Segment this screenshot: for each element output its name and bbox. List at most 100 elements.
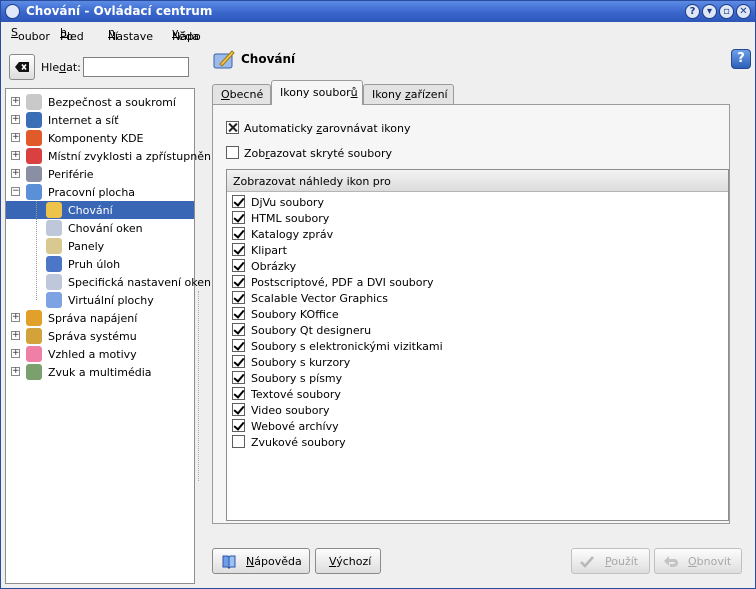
list-item-checkbox[interactable] <box>232 323 245 336</box>
list-item[interactable]: Scalable Vector Graphics <box>227 290 728 306</box>
tree-item[interactable]: + Správa napájení <box>6 309 194 327</box>
tab-general[interactable]: Obecné <box>212 84 271 104</box>
control-center-icon[interactable] <box>5 4 20 19</box>
tree-item[interactable]: + Bezpečnost a soukromí <box>6 93 194 111</box>
tree-item-label: Komponenty KDE <box>48 132 144 145</box>
expand-icon[interactable]: + <box>11 133 20 142</box>
list-item-checkbox[interactable] <box>232 291 245 304</box>
tree-item-label: Chování <box>68 204 113 217</box>
expand-icon[interactable]: + <box>11 97 20 106</box>
list-item-checkbox[interactable] <box>232 307 245 320</box>
tree-item[interactable]: Pruh úloh <box>6 255 194 273</box>
system-icon <box>26 328 42 344</box>
tree-item[interactable]: + Zvuk a multimédia <box>6 363 194 381</box>
show-hidden-checkbox[interactable] <box>226 146 239 159</box>
maximize-button[interactable]: ▫ <box>719 4 734 19</box>
list-item[interactable]: Soubory s elektronickými vizitkami <box>227 338 728 354</box>
list-item-checkbox[interactable] <box>232 211 245 224</box>
expand-icon[interactable]: + <box>11 349 20 358</box>
tree-item[interactable]: + Periférie <box>6 165 194 183</box>
list-item-checkbox[interactable] <box>232 371 245 384</box>
list-item[interactable]: Postscriptové, PDF a DVI soubory <box>227 274 728 290</box>
list-item-checkbox[interactable] <box>232 435 245 448</box>
list-item[interactable]: Video soubory <box>227 402 728 418</box>
list-item-checkbox[interactable] <box>232 259 245 272</box>
components-icon <box>26 130 42 146</box>
defaults-button[interactable]: Výchozí <box>315 548 381 574</box>
list-item-label: Soubory KOffice <box>251 308 339 321</box>
tab-file-icons[interactable]: Ikony souborů <box>271 80 363 105</box>
list-item[interactable]: Zvukové soubory <box>227 434 728 450</box>
reset-button[interactable]: Obnovit <box>654 548 742 574</box>
apply-button[interactable]: Použít <box>571 548 650 574</box>
list-item-checkbox[interactable] <box>232 275 245 288</box>
list-item-checkbox[interactable] <box>232 195 245 208</box>
list-item-label: Zvukové soubory <box>251 436 346 449</box>
title-bar[interactable]: Chování - Ovládací centrum ? ▾ ▫ ✕ <box>1 1 755 22</box>
tree-item[interactable]: − Pracovní plocha <box>6 183 194 201</box>
list-item[interactable]: Soubory KOffice <box>227 306 728 322</box>
preview-list-header[interactable]: Zobrazovat náhledy ikon pro <box>227 170 728 192</box>
help-button[interactable]: Nápověda <box>212 548 310 574</box>
list-item[interactable]: Webové archívy <box>227 418 728 434</box>
expand-icon[interactable]: + <box>11 331 20 340</box>
expand-icon[interactable]: + <box>11 115 20 124</box>
help-title-button[interactable]: ? <box>685 4 700 19</box>
clear-search-button[interactable] <box>9 54 35 80</box>
list-item[interactable]: Obrázky <box>227 258 728 274</box>
search-input[interactable] <box>83 57 189 77</box>
expand-icon[interactable]: + <box>11 313 20 322</box>
list-item-checkbox[interactable] <box>232 387 245 400</box>
expand-icon[interactable]: + <box>11 169 20 178</box>
list-item[interactable]: Soubory s písmy <box>227 370 728 386</box>
expand-icon[interactable]: + <box>11 367 20 376</box>
check-icon <box>580 556 594 568</box>
help-icon[interactable]: ? <box>731 49 751 69</box>
list-item[interactable]: Katalogy zpráv <box>227 226 728 242</box>
list-item-checkbox[interactable] <box>232 419 245 432</box>
tree-item[interactable]: + Místní zvyklosti a zpřístupnění <box>6 147 214 165</box>
tab-device-icons[interactable]: Ikony zařízení <box>363 84 454 104</box>
tree-item[interactable]: Panely <box>6 237 194 255</box>
panel-splitter[interactable] <box>198 291 200 481</box>
list-item-checkbox[interactable] <box>232 355 245 368</box>
tree-item[interactable]: + Vzhled a motivy <box>6 345 194 363</box>
list-item-checkbox[interactable] <box>232 243 245 256</box>
minimize-button[interactable]: ▾ <box>702 4 717 19</box>
preview-list[interactable]: Zobrazovat náhledy ikon pro DjVu soubory… <box>226 169 729 521</box>
show-hidden-label[interactable]: Zobrazovat skryté soubory <box>244 147 392 160</box>
auto-align-label[interactable]: Automaticky zarovnávat ikony <box>244 122 410 135</box>
tree-item[interactable]: + Internet a síť <box>6 111 194 129</box>
menu-help[interactable]: Nápo v ěda <box>172 26 201 43</box>
tree-item[interactable]: + Komponenty KDE <box>6 129 194 147</box>
menu-file[interactable]: Soubor <box>11 26 50 43</box>
auto-align-checkbox[interactable] <box>226 121 239 134</box>
list-item-checkbox[interactable] <box>232 403 245 416</box>
tree-item[interactable]: Specifická nastavení oken <box>6 273 211 291</box>
list-item[interactable]: HTML soubory <box>227 210 728 226</box>
expand-icon[interactable]: + <box>11 151 20 160</box>
list-item-label: Soubory Qt designeru <box>251 324 372 337</box>
list-item[interactable]: Soubory Qt designeru <box>227 322 728 338</box>
tree-item[interactable]: + Správa systému <box>6 327 194 345</box>
list-item[interactable]: Textové soubory <box>227 386 728 402</box>
tree-item[interactable]: Chování oken <box>6 219 194 237</box>
undo-icon <box>664 556 678 567</box>
list-item[interactable]: Soubory s kurzory <box>227 354 728 370</box>
list-item[interactable]: DjVu soubory <box>227 194 728 210</box>
list-item[interactable]: Klipart <box>227 242 728 258</box>
window-specific-icon <box>46 274 62 290</box>
list-item-checkbox[interactable] <box>232 227 245 240</box>
clear-search-icon <box>15 62 29 72</box>
help-book-icon <box>222 555 236 570</box>
collapse-icon[interactable]: − <box>11 187 20 196</box>
tree-item[interactable]: Virtuální plochy <box>6 291 194 309</box>
list-item-checkbox[interactable] <box>232 339 245 352</box>
close-button[interactable]: ✕ <box>736 4 751 19</box>
list-item-label: Soubory s kurzory <box>251 356 351 369</box>
menu-settings[interactable]: Nastave n í <box>108 26 153 43</box>
appearance-icon <box>26 346 42 362</box>
tree-item[interactable]: Chování <box>6 201 194 219</box>
module-tree[interactable]: + Bezpečnost a soukromí + Internet a síť + Ko… <box>5 88 214 584</box>
menu-view[interactable]: Po h led <box>60 26 84 43</box>
